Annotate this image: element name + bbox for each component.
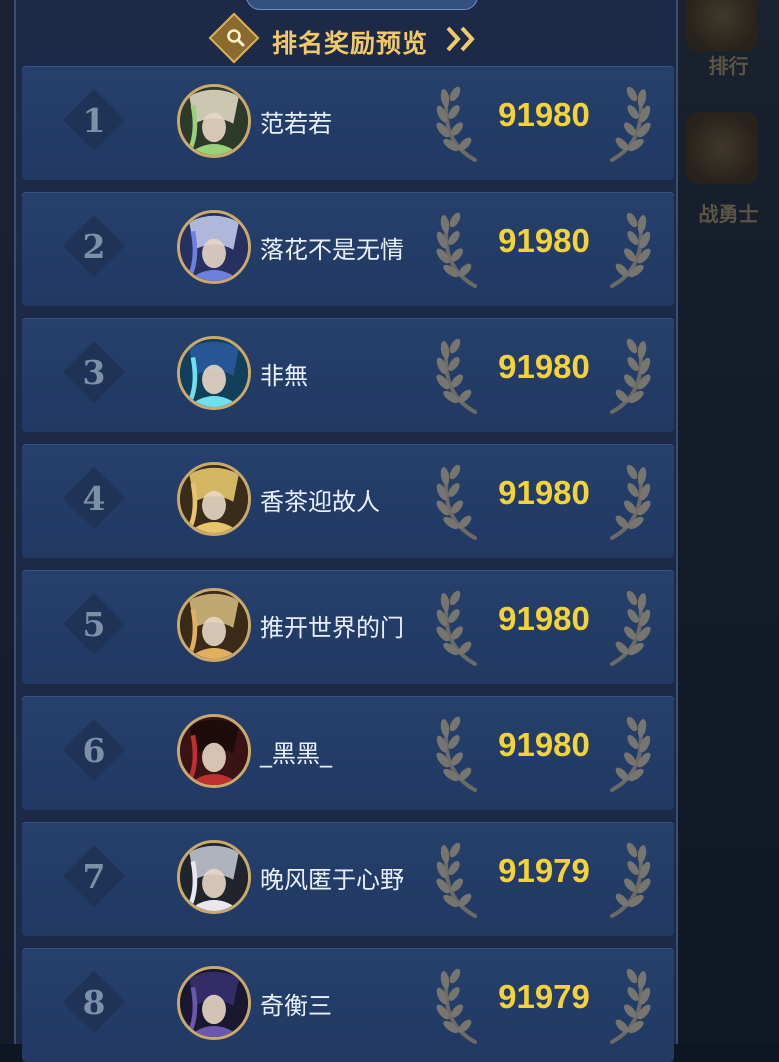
warrior-icon[interactable] [686, 112, 758, 184]
player-score: 91979 [498, 852, 590, 889]
ranking-row[interactable]: 2 落花不是无情 91980 [22, 192, 674, 306]
rank-number: 7 [82, 857, 106, 896]
player-name: 落花不是无情 [260, 236, 404, 264]
ranking-row[interactable]: 4 香茶迎故人 91980 [22, 444, 674, 558]
laurel-left-icon [435, 838, 491, 920]
player-score: 91979 [498, 978, 590, 1015]
laurel-left-icon [435, 82, 491, 164]
rank-number: 3 [82, 353, 106, 392]
rank-number: 1 [82, 101, 106, 140]
player-avatar[interactable] [177, 714, 251, 788]
player-score: 91980 [498, 726, 590, 763]
rank-number: 5 [82, 605, 106, 644]
laurel-left-icon [435, 712, 491, 794]
rank-number: 2 [82, 227, 106, 266]
warrior-side-label[interactable]: 战勇士 [678, 198, 779, 227]
player-avatar[interactable] [177, 588, 251, 662]
search-icon [227, 29, 245, 47]
double-chevron-right-icon [446, 26, 475, 52]
right-background: 排行 战勇士 [678, 0, 779, 1044]
player-avatar[interactable] [177, 84, 251, 158]
reward-preview-header[interactable]: 排名奖励预览 [204, 12, 494, 64]
rank-number: 4 [82, 479, 106, 518]
player-avatar[interactable] [177, 210, 251, 284]
player-name: 范若若 [260, 110, 332, 138]
player-score: 91980 [498, 348, 590, 385]
laurel-right-icon [596, 334, 652, 416]
ranking-row[interactable]: 1 范若若 91980 [22, 66, 674, 180]
laurel-left-icon [435, 460, 491, 542]
laurel-right-icon [596, 838, 652, 920]
ranking-row[interactable]: 5 推开世界的门 91980 [22, 570, 674, 684]
reward-preview-title: 排名奖励预览 [272, 29, 429, 58]
player-avatar[interactable] [177, 966, 251, 1040]
ranking-row[interactable]: 8 奇衡三 91979 [22, 948, 674, 1062]
player-name: 奇衡三 [260, 992, 332, 1020]
ranking-row[interactable]: 7 晚风匿于心野 91979 [22, 822, 674, 936]
ranking-row[interactable]: 6 _黑黑_ 91980 [22, 696, 674, 810]
player-score: 91980 [498, 600, 590, 637]
laurel-left-icon [435, 964, 491, 1046]
laurel-right-icon [596, 964, 652, 1046]
player-avatar[interactable] [177, 462, 251, 536]
player-name: _黑黑_ [260, 740, 332, 768]
player-avatar[interactable] [177, 336, 251, 410]
player-name: 香茶迎故人 [260, 488, 380, 516]
laurel-right-icon [596, 460, 652, 542]
player-name: 推开世界的门 [260, 614, 404, 642]
left-background [0, 0, 14, 1044]
laurel-left-icon [435, 586, 491, 668]
rank-side-label[interactable]: 排行 [678, 50, 779, 79]
laurel-right-icon [596, 82, 652, 164]
laurel-right-icon [596, 208, 652, 290]
laurel-right-icon [596, 712, 652, 794]
player-avatar[interactable] [177, 840, 251, 914]
laurel-right-icon [596, 586, 652, 668]
laurel-left-icon [435, 334, 491, 416]
rank-number: 6 [82, 731, 106, 770]
rank-icon[interactable] [686, 0, 758, 52]
player-score: 91980 [498, 96, 590, 133]
top-tab[interactable] [246, 0, 478, 10]
ranking-row[interactable]: 3 非無 91980 [22, 318, 674, 432]
player-score: 91980 [498, 474, 590, 511]
laurel-left-icon [435, 208, 491, 290]
player-name: 晚风匿于心野 [260, 866, 404, 894]
player-name: 非無 [260, 362, 308, 390]
player-score: 91980 [498, 222, 590, 259]
rank-number: 8 [82, 983, 106, 1022]
